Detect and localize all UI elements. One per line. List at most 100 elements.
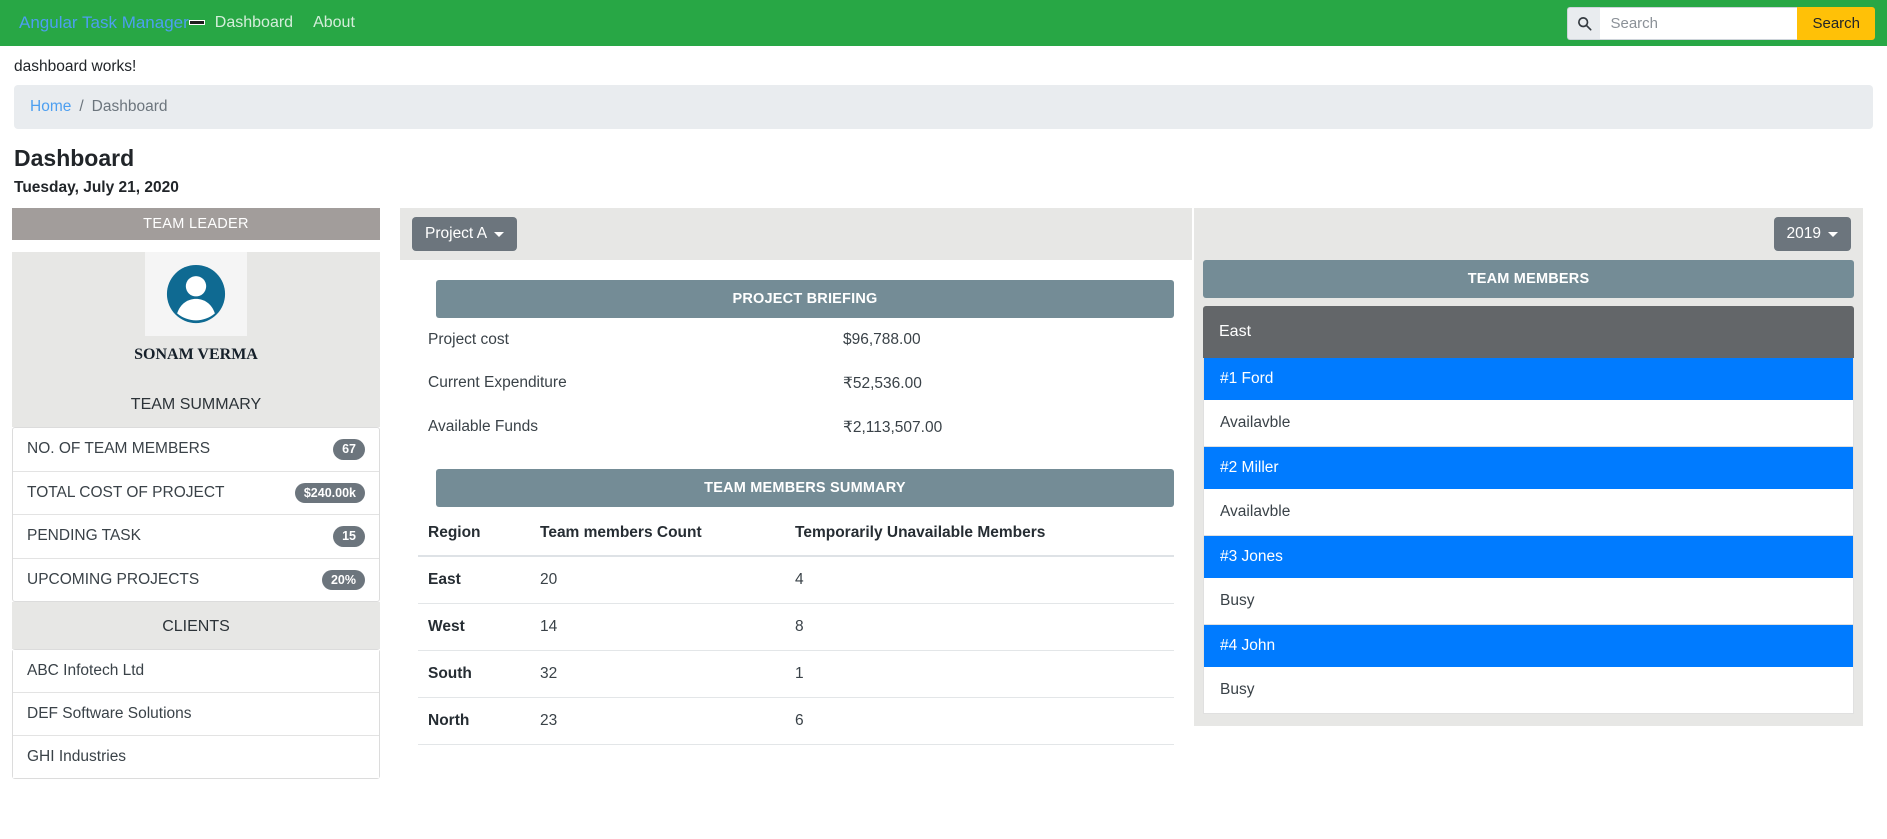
hamburger-icon[interactable] xyxy=(188,19,205,25)
breadcrumb-separator: / xyxy=(79,98,84,115)
list-item[interactable]: GHI Industries xyxy=(13,736,379,778)
breadcrumb-home[interactable]: Home xyxy=(30,98,71,116)
cell-region: South xyxy=(418,650,530,698)
summary-label: TOTAL COST OF PROJECT xyxy=(27,483,225,501)
project-briefing-header: PROJECT BRIEFING xyxy=(436,280,1174,318)
navbar-brand[interactable]: Angular Task Manager xyxy=(19,13,189,33)
briefing-label: Current Expenditure xyxy=(428,374,567,391)
list-item[interactable]: TOTAL COST OF PROJECT $240.00k xyxy=(13,472,379,515)
right-sidebar: 2019 TEAM MEMBERS East #1 Ford Availavbl… xyxy=(1194,208,1875,726)
list-item[interactable]: #4 John Busy xyxy=(1203,625,1854,714)
cell-unavailable: 6 xyxy=(785,697,1174,745)
search-input[interactable] xyxy=(1600,7,1798,40)
briefing-label: Project cost xyxy=(428,331,509,348)
list-item[interactable]: PENDING TASK 15 xyxy=(13,515,379,559)
chevron-down-icon xyxy=(1828,231,1838,237)
list-item[interactable]: ABC Infotech Ltd xyxy=(13,650,379,693)
chevron-down-icon xyxy=(494,231,505,237)
list-item[interactable]: #1 Ford Availavble xyxy=(1203,358,1854,447)
year-dropdown-label: 2019 xyxy=(1786,225,1821,242)
breadcrumb: Home / Dashboard xyxy=(14,85,1873,129)
briefing-row: Project cost $96,788.00 xyxy=(418,318,1174,361)
status-badge: 20% xyxy=(321,569,365,590)
status-badge: $240.00k xyxy=(294,482,365,503)
project-toolbar: Project A xyxy=(400,208,1192,260)
cell-count: 14 xyxy=(530,603,785,651)
table-row: West 14 8 xyxy=(418,603,1174,651)
list-item[interactable]: UPCOMING PROJECTS 20% xyxy=(13,559,379,602)
main-content: Project A PROJECT BRIEFING Project cost … xyxy=(392,208,1194,765)
search-button[interactable]: Search xyxy=(1797,7,1875,40)
status-badge: 15 xyxy=(333,526,365,547)
member-name: #4 John xyxy=(1204,625,1853,667)
member-status: Busy xyxy=(1204,578,1853,624)
cell-unavailable: 4 xyxy=(785,556,1174,604)
team-members-header: TEAM MEMBERS xyxy=(1203,260,1854,298)
left-sidebar: TEAM LEADER SONAM VERMA TEAM SUMMARY NO.… xyxy=(0,208,392,779)
column-header-region: Region xyxy=(418,511,530,557)
team-leader-header: TEAM LEADER xyxy=(12,208,380,240)
team-members-summary-header: TEAM MEMBERS SUMMARY xyxy=(436,469,1174,507)
project-dropdown-label: Project A xyxy=(425,225,488,242)
project-panel: PROJECT BRIEFING Project cost $96,788.00… xyxy=(400,260,1192,765)
team-summary-list: NO. OF TEAM MEMBERS 67 TOTAL COST OF PRO… xyxy=(12,427,380,602)
year-dropdown-button[interactable]: 2019 xyxy=(1773,217,1851,251)
briefing-value: $96,788.00 xyxy=(843,331,921,348)
works-text: dashboard works! xyxy=(14,58,137,75)
summary-label: NO. OF TEAM MEMBERS xyxy=(27,440,211,458)
search-icon xyxy=(1567,7,1601,40)
team-members-summary-table: Region Team members Count Temporarily Un… xyxy=(418,511,1174,745)
dashboard-columns: TEAM LEADER SONAM VERMA TEAM SUMMARY NO.… xyxy=(0,208,1887,779)
briefing-value: ₹52,536.00 xyxy=(843,375,922,392)
list-item[interactable]: DEF Software Solutions xyxy=(13,693,379,736)
briefing-value: ₹2,113,507.00 xyxy=(843,419,943,436)
region-header-east: East xyxy=(1203,306,1854,358)
breadcrumb-current: Dashboard xyxy=(91,98,168,115)
project-dropdown-button[interactable]: Project A xyxy=(412,217,518,251)
search-form: Search xyxy=(1567,7,1875,40)
nav-link-dashboard[interactable]: Dashboard xyxy=(215,14,293,32)
table-header-row: Region Team members Count Temporarily Un… xyxy=(418,511,1174,557)
team-leader-name: SONAM VERMA xyxy=(134,346,258,363)
member-name: #3 Jones xyxy=(1204,536,1853,578)
briefing-label: Available Funds xyxy=(428,418,539,435)
summary-label: UPCOMING PROJECTS xyxy=(27,570,200,588)
cell-region: West xyxy=(418,603,530,651)
team-summary-title: TEAM SUMMARY xyxy=(12,378,380,427)
top-navbar: Angular Task Manager Dashboard About Sea… xyxy=(0,0,1887,46)
team-members-panel: TEAM MEMBERS East #1 Ford Availavble #2 … xyxy=(1194,260,1863,726)
member-name: #1 Ford xyxy=(1204,358,1853,400)
year-toolbar: 2019 xyxy=(1194,208,1863,260)
table-row: East 20 4 xyxy=(418,556,1174,604)
column-header-count: Team members Count xyxy=(530,511,785,557)
team-leader-card: SONAM VERMA xyxy=(12,252,380,378)
cell-unavailable: 1 xyxy=(785,650,1174,698)
list-item[interactable]: NO. OF TEAM MEMBERS 67 xyxy=(13,428,379,472)
cell-unavailable: 8 xyxy=(785,603,1174,651)
cell-count: 20 xyxy=(530,556,785,604)
list-item[interactable]: #3 Jones Busy xyxy=(1203,536,1854,625)
member-status: Busy xyxy=(1204,667,1853,713)
page-body: dashboard works! Home / Dashboard Dashbo… xyxy=(0,46,1887,779)
summary-label: PENDING TASK xyxy=(27,527,141,545)
member-status: Availavble xyxy=(1204,400,1853,446)
briefing-row: Available Funds ₹2,113,507.00 xyxy=(418,405,1174,449)
list-item[interactable]: #2 Miller Availavble xyxy=(1203,447,1854,536)
status-badge: 67 xyxy=(333,439,365,460)
briefing-row: Current Expenditure ₹52,536.00 xyxy=(418,361,1174,405)
cell-region: North xyxy=(418,697,530,745)
avatar xyxy=(145,252,247,336)
table-row: North 23 6 xyxy=(418,697,1174,745)
column-header-unavailable: Temporarily Unavailable Members xyxy=(785,511,1174,557)
table-row: South 32 1 xyxy=(418,650,1174,698)
user-avatar-icon xyxy=(166,264,226,324)
clients-list: ABC Infotech Ltd DEF Software Solutions … xyxy=(12,649,380,779)
cell-region: East xyxy=(418,556,530,604)
page-title: Dashboard xyxy=(14,145,135,171)
member-name: #2 Miller xyxy=(1204,447,1853,489)
clients-title: CLIENTS xyxy=(12,602,380,649)
member-status: Availavble xyxy=(1204,489,1853,535)
nav-link-about[interactable]: About xyxy=(313,14,355,32)
cell-count: 23 xyxy=(530,697,785,745)
navbar-links: Dashboard About xyxy=(215,14,355,32)
